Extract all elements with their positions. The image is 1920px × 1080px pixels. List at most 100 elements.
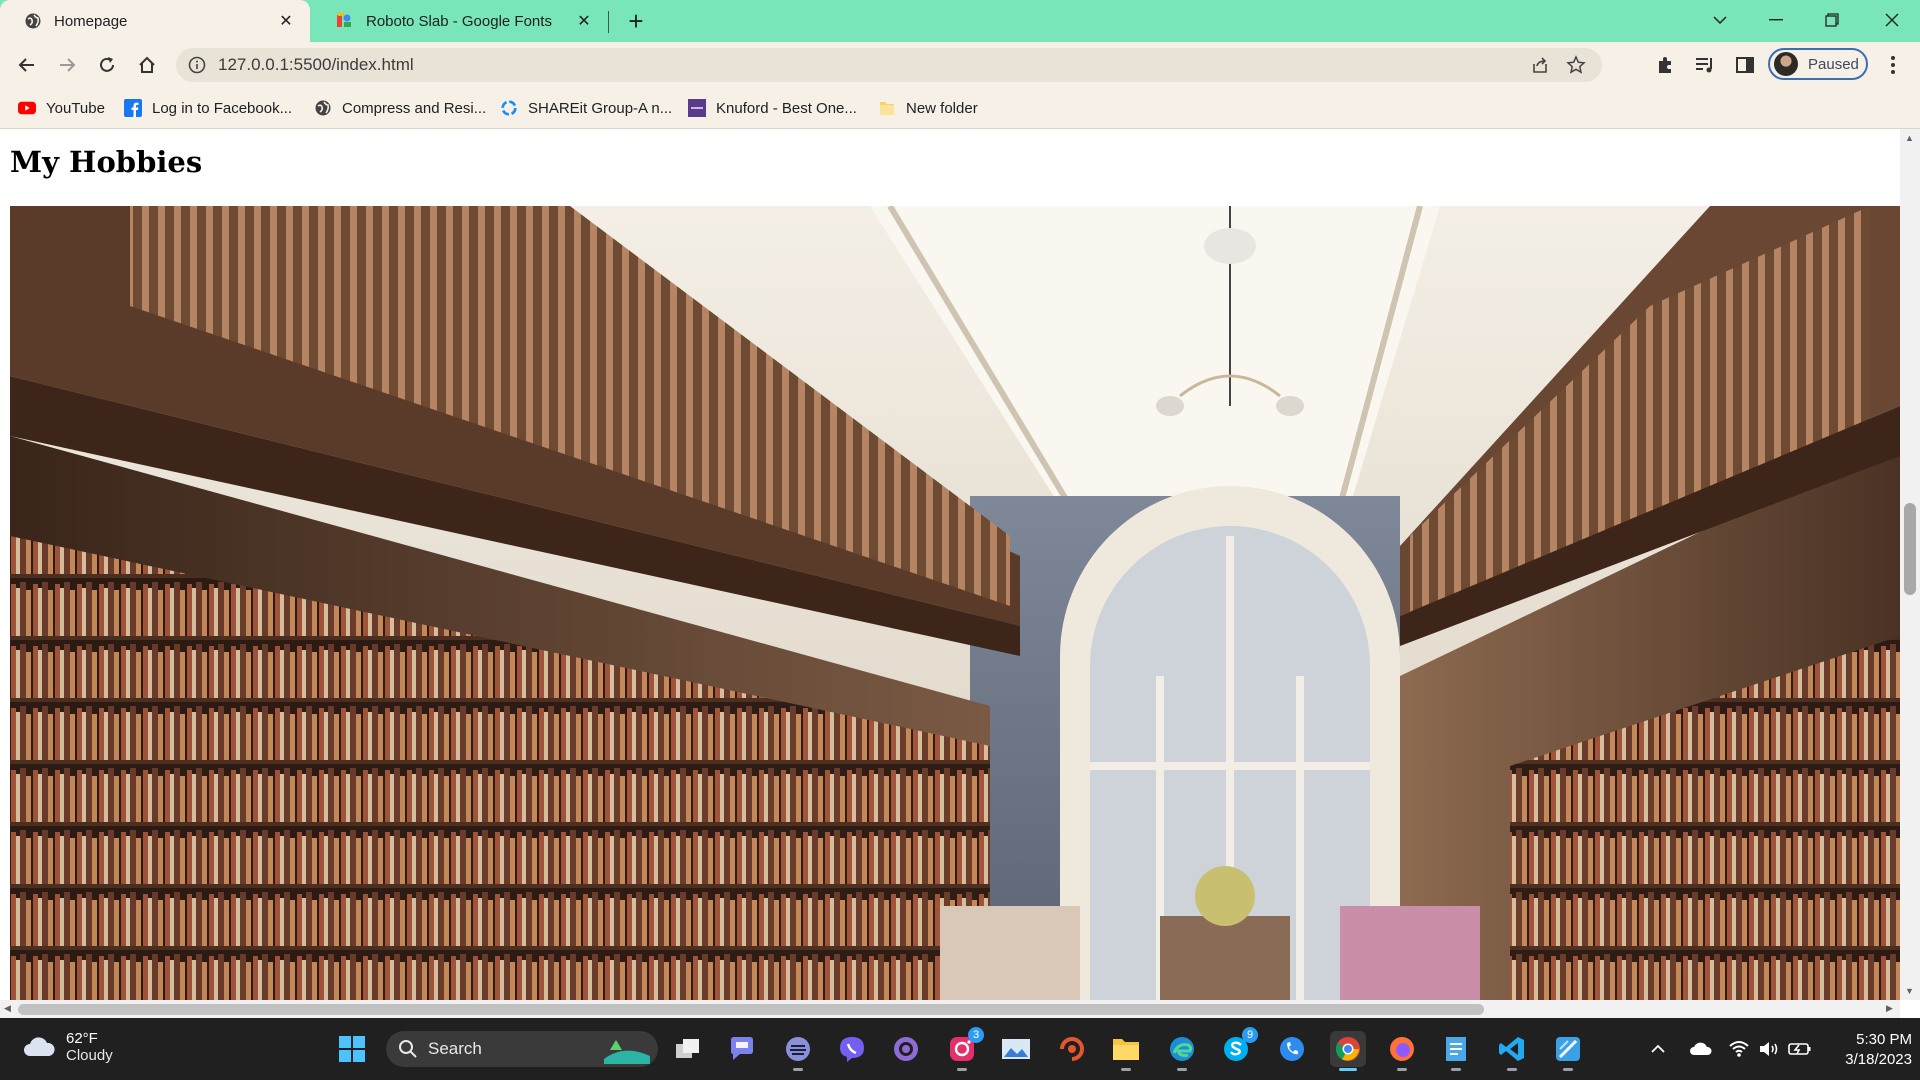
- show-hidden-icons[interactable]: [1646, 1018, 1670, 1080]
- clock[interactable]: 5:30 PM 3/18/2023: [1820, 1030, 1912, 1070]
- profile-button[interactable]: Paused: [1768, 48, 1868, 80]
- media-control-icon[interactable]: [1692, 52, 1718, 78]
- facebook-icon: [124, 99, 142, 117]
- firefox-icon: [1390, 1037, 1414, 1061]
- scroll-left-icon[interactable]: ◀: [4, 1003, 11, 1014]
- minimize-button[interactable]: [1748, 0, 1804, 40]
- close-icon[interactable]: ✕: [276, 11, 296, 31]
- edge-app[interactable]: [1164, 1031, 1200, 1071]
- spiral-icon: [1060, 1037, 1084, 1061]
- teams-chat-app[interactable]: [724, 1031, 760, 1067]
- mega-app[interactable]: [780, 1031, 816, 1071]
- close-window-button[interactable]: [1864, 0, 1920, 40]
- scrollbar-thumb[interactable]: [1904, 503, 1916, 595]
- start-button[interactable]: [334, 1031, 370, 1067]
- horizontal-scrollbar[interactable]: ◀ ▶: [0, 1000, 1900, 1018]
- tab-search-button[interactable]: [1692, 0, 1748, 40]
- knuford-icon: [688, 99, 706, 117]
- instagram-app[interactable]: 3: [944, 1027, 984, 1071]
- notification-badge: 9: [1242, 1027, 1258, 1043]
- vscode-icon: [1499, 1037, 1524, 1061]
- share-icon[interactable]: [1530, 56, 1550, 79]
- bookmark-youtube[interactable]: YouTube: [18, 88, 105, 128]
- volume-icon[interactable]: [1756, 1018, 1782, 1080]
- forward-button[interactable]: [52, 50, 82, 80]
- image-editor-app[interactable]: [1550, 1031, 1586, 1071]
- wifi-icon[interactable]: [1726, 1018, 1752, 1080]
- bookmark-label: Compress and Resi...: [342, 99, 487, 117]
- clock-time: 5:30 PM: [1856, 1031, 1912, 1048]
- bookmark-star-icon[interactable]: [1566, 55, 1586, 80]
- menu-icon[interactable]: [1880, 52, 1906, 78]
- globe-icon: [314, 99, 332, 117]
- skype-app[interactable]: 9: [1218, 1027, 1258, 1067]
- scroll-right-icon[interactable]: ▶: [1886, 1003, 1893, 1014]
- google-fonts-icon: [336, 12, 354, 30]
- github-icon: [894, 1037, 918, 1061]
- scroll-up-icon[interactable]: ▲: [1905, 133, 1914, 143]
- phone-icon: [1280, 1037, 1304, 1061]
- new-tab-button[interactable]: +: [622, 7, 650, 35]
- arrow-right-icon: [60, 58, 76, 72]
- bookmark-knuford[interactable]: Knuford - Best One...: [688, 88, 857, 128]
- taskbar: 62°F Cloudy Search 3 9 5:30 PM 3/18/2023: [0, 1018, 1920, 1080]
- taskbar-search[interactable]: Search: [386, 1031, 658, 1067]
- url-text[interactable]: 127.0.0.1:5500/index.html: [218, 48, 414, 82]
- home-button[interactable]: [132, 50, 162, 80]
- bookmark-facebook[interactable]: Log in to Facebook...: [124, 88, 292, 128]
- notepad-app[interactable]: [1438, 1031, 1474, 1071]
- close-icon[interactable]: ✕: [574, 11, 594, 31]
- mega-icon: [786, 1037, 810, 1061]
- vscode-app[interactable]: [1494, 1031, 1530, 1071]
- tab-separator: [608, 11, 609, 33]
- battery-icon[interactable]: [1786, 1018, 1814, 1080]
- viber-icon: [840, 1037, 864, 1062]
- ravenfield-app[interactable]: [1054, 1031, 1090, 1067]
- viber-app[interactable]: [834, 1031, 870, 1067]
- firefox-app[interactable]: [1384, 1031, 1420, 1071]
- chevron-up-icon: [1651, 1044, 1665, 1053]
- tab-title: Homepage: [54, 12, 128, 30]
- chrome-app[interactable]: [1330, 1031, 1366, 1071]
- bookmark-shareit[interactable]: SHAREit Group-A n...: [500, 88, 672, 128]
- bookmark-folder[interactable]: New folder: [878, 88, 978, 128]
- side-panel-icon[interactable]: [1732, 52, 1758, 78]
- github-desktop-app[interactable]: [888, 1031, 924, 1067]
- task-view-icon: [676, 1039, 699, 1058]
- bookmark-label: SHAREit Group-A n...: [528, 99, 673, 117]
- info-icon[interactable]: [188, 56, 206, 79]
- search-icon: [399, 1040, 417, 1058]
- bookmark-label: Log in to Facebook...: [152, 99, 293, 117]
- arrow-left-icon: [18, 58, 34, 72]
- edge-icon: [1170, 1037, 1194, 1061]
- bookmark-compress[interactable]: Compress and Resi...: [314, 88, 486, 128]
- restore-button[interactable]: [1804, 0, 1860, 40]
- file-explorer-app[interactable]: [1108, 1031, 1144, 1071]
- notification-badge: 3: [968, 1027, 984, 1043]
- extensions-icon[interactable]: [1652, 52, 1678, 78]
- tab-roboto-slab[interactable]: Roboto Slab - Google Fonts ✕: [312, 0, 608, 42]
- weather-temp: 62°F: [66, 1030, 98, 1047]
- task-view-button[interactable]: [670, 1031, 706, 1067]
- folder-icon: [878, 99, 896, 117]
- vertical-scrollbar[interactable]: ▲ ▼: [1900, 129, 1920, 1000]
- address-bar[interactable]: 127.0.0.1:5500/index.html: [176, 48, 1602, 82]
- weather-widget[interactable]: 62°F Cloudy: [22, 1030, 113, 1064]
- search-label: Search: [428, 1039, 482, 1058]
- onedrive-icon[interactable]: [1686, 1018, 1716, 1080]
- scrollbar-thumb[interactable]: [18, 1004, 1484, 1015]
- clock-date: 3/18/2023: [1845, 1051, 1912, 1068]
- photos-icon: [1002, 1039, 1030, 1059]
- phone-link-app[interactable]: [1274, 1031, 1310, 1067]
- tab-homepage[interactable]: Homepage ✕: [0, 0, 310, 42]
- photos-app[interactable]: [998, 1031, 1034, 1067]
- back-button[interactable]: [12, 50, 42, 80]
- reload-icon: [100, 57, 114, 72]
- browser-toolbar: 127.0.0.1:5500/index.html Paused: [0, 42, 1920, 88]
- reload-button[interactable]: [92, 50, 122, 80]
- windows-icon: [339, 1036, 365, 1062]
- scroll-down-icon[interactable]: ▼: [1905, 986, 1914, 996]
- home-icon: [139, 56, 155, 73]
- chat-icon: [731, 1037, 753, 1060]
- shareit-icon: [500, 99, 518, 117]
